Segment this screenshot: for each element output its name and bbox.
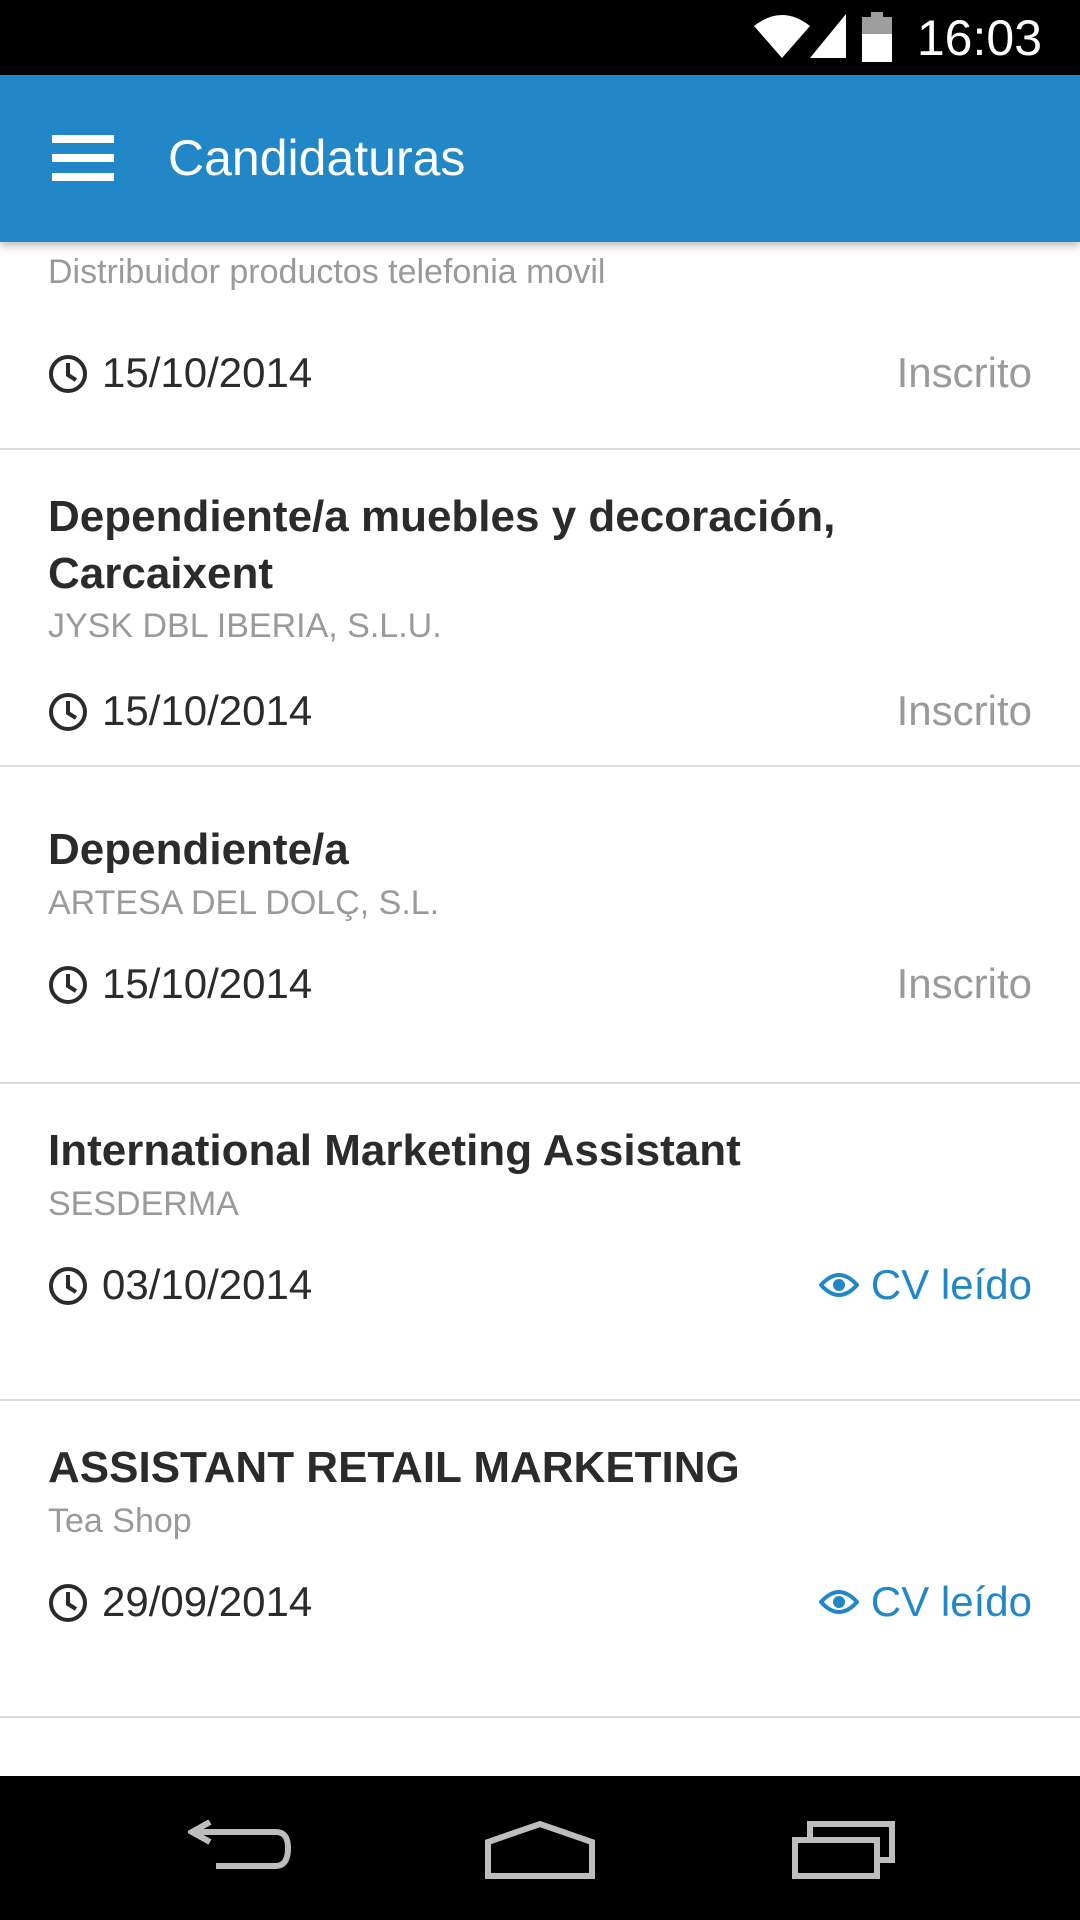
- list-item[interactable]: International Marketing Assistant SESDER…: [0, 1084, 1080, 1401]
- status-label: CV leído: [870, 1261, 1032, 1308]
- home-icon[interactable]: [484, 1820, 596, 1880]
- status-badge: CV leído: [818, 1260, 1032, 1310]
- clock-icon: [49, 355, 87, 393]
- item-company: SESDERMA: [48, 1185, 239, 1223]
- eye-icon: [818, 1589, 860, 1614]
- applications-list[interactable]: Distribuidor productos telefonia movil 1…: [0, 242, 1080, 1776]
- back-icon[interactable]: [188, 1820, 292, 1878]
- wifi-icon: [754, 15, 810, 58]
- clock-icon: [49, 1267, 87, 1305]
- status-label: Inscrito: [896, 349, 1032, 396]
- status-bar: 16:03: [0, 0, 1080, 75]
- item-title: Dependiente/a: [48, 825, 349, 874]
- status-label: CV leído: [870, 1578, 1032, 1625]
- list-item[interactable]: Distribuidor productos telefonia movil 1…: [0, 242, 1080, 450]
- item-company: JYSK DBL IBERIA, S.L.U.: [48, 607, 442, 645]
- list-item[interactable]: Dependiente/a muebles y decoración, Carc…: [0, 450, 1080, 767]
- clock-icon: [49, 966, 87, 1004]
- item-title: ASSISTANT RETAIL MARKETING: [48, 1443, 740, 1492]
- status-label: Inscrito: [896, 960, 1032, 1007]
- clock-icon: [49, 1584, 87, 1622]
- battery-icon: [862, 12, 892, 62]
- status-badge: CV leído: [818, 1577, 1032, 1627]
- navigation-bar: [0, 1776, 1080, 1920]
- hamburger-menu-icon[interactable]: [52, 135, 114, 181]
- item-title: International Marketing Assistant: [48, 1126, 741, 1175]
- list-item[interactable]: Dependiente/a ARTESA DEL DOLÇ, S.L. 15/1…: [0, 767, 1080, 1084]
- page-title: Candidaturas: [168, 130, 466, 186]
- clock-icon: [49, 693, 87, 731]
- app-bar: Candidaturas: [0, 75, 1080, 242]
- list-item[interactable]: ASSISTANT RETAIL MARKETING Tea Shop 29/0…: [0, 1401, 1080, 1718]
- status-time: 16:03: [916, 10, 1042, 66]
- eye-icon: [818, 1272, 860, 1297]
- item-company: Distribuidor productos telefonia movil: [48, 253, 606, 291]
- item-title: Dependiente/a muebles y decoración, Carc…: [48, 492, 836, 598]
- date-text: 15/10/2014: [102, 349, 313, 396]
- date-text: 29/09/2014: [102, 1578, 313, 1625]
- status-label: Inscrito: [896, 687, 1032, 734]
- date-text: 15/10/2014: [102, 960, 313, 1007]
- item-company: Tea Shop: [48, 1502, 192, 1540]
- recents-icon[interactable]: [792, 1820, 896, 1880]
- item-company: ARTESA DEL DOLÇ, S.L.: [48, 884, 440, 922]
- date-text: 15/10/2014: [102, 687, 313, 734]
- date-text: 03/10/2014: [102, 1261, 313, 1308]
- signal-icon: [810, 14, 846, 58]
